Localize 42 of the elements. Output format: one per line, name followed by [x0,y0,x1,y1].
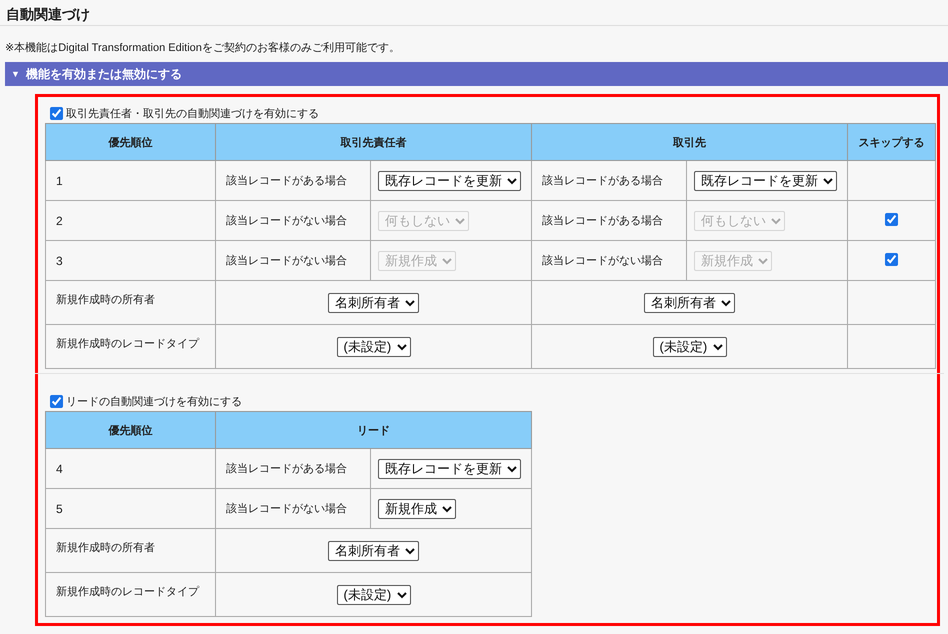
notice-text: ※本機能はDigital Transformation Editionをご契約のお客様のみご利用可能です。 [4,40,401,56]
priority-cell: 2 [46,200,216,240]
column-header: リード [216,412,532,448]
condition-cell: 該当レコードがない場合 [216,200,370,240]
column-header: スキップする [848,124,936,160]
priority-cell: 4 [46,448,216,488]
setting-label: 新規作成時の所有者 [46,528,216,572]
action-dropdown[interactable]: 名刺所有者 [644,292,735,312]
column-header: 取引先責任者 [216,124,532,160]
checkbox[interactable] [50,394,63,408]
action-dropdown[interactable]: 既存レコードを更新 [378,458,521,478]
action-dropdown[interactable]: (未設定) [336,336,410,356]
condition-cell: 該当レコードがない場合 [216,488,370,528]
condition-cell: 該当レコードがある場合 [216,448,370,488]
column-header: 取引先 [532,124,848,160]
priority-cell: 5 [46,488,216,528]
section-header-bar[interactable]: ▼ 機能を有効または無効にする [5,62,948,86]
priority-cell: 3 [46,240,216,280]
page-title: 自動関連づけ [0,0,948,26]
checkbox-label: 取引先責任者・取引先の自動関連づけを有効にする [66,106,319,120]
setting-label: 新規作成時のレコードタイプ [46,572,216,616]
action-dropdown[interactable]: (未設定) [336,584,410,604]
setting-label: 新規作成時の所有者 [46,280,216,324]
action-dropdown[interactable]: 既存レコードを更新 [378,170,521,190]
skip-checkbox[interactable] [885,212,898,226]
condition-cell: 該当レコードがない場合 [216,240,370,280]
action-dropdown[interactable]: 既存レコードを更新 [694,170,837,190]
priority-cell: 1 [46,160,216,200]
condition-cell: 該当レコードがある場合 [532,160,686,200]
column-header: 優先順位 [46,412,216,448]
action-dropdown[interactable]: 名刺所有者 [328,540,419,560]
condition-cell: 該当レコードがない場合 [532,240,686,280]
action-dropdown[interactable]: (未設定) [652,336,726,356]
condition-cell: 該当レコードがある場合 [532,200,686,240]
checkbox[interactable] [50,106,63,120]
checkbox-label: リードの自動関連づけを有効にする [66,394,242,408]
column-header: 優先順位 [46,124,216,160]
setting-label: 新規作成時のレコードタイプ [46,324,216,368]
condition-cell: 該当レコードがある場合 [216,160,370,200]
action-dropdown[interactable]: 新規作成 [378,498,456,518]
action-dropdown[interactable]: 名刺所有者 [328,292,419,312]
skip-checkbox[interactable] [885,252,898,266]
